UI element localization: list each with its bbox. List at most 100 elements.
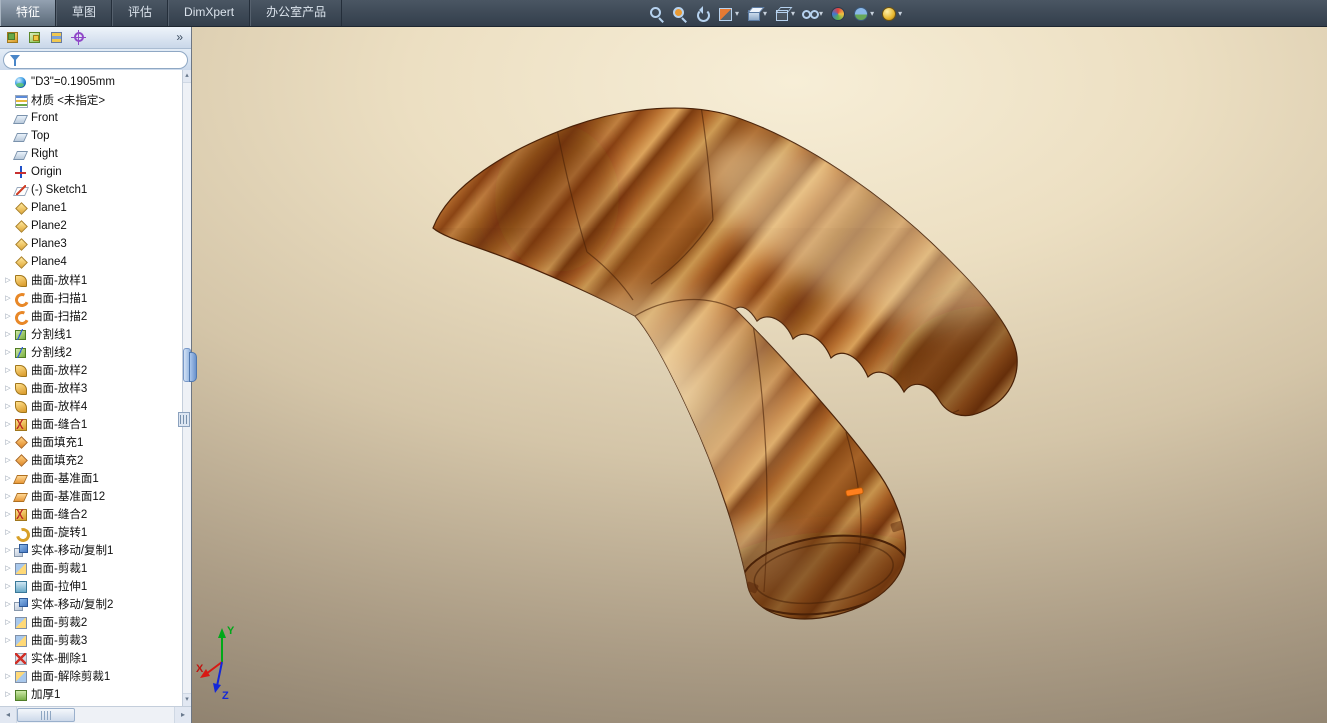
horizontal-scrollbar-thumb[interactable] [17, 708, 75, 722]
menu-tab-2[interactable]: 评估 [112, 0, 169, 26]
expand-arrow-icon[interactable]: ▷ [3, 582, 13, 590]
expand-arrow-icon[interactable]: ▷ [3, 438, 13, 446]
tree-item[interactable]: Front [0, 109, 182, 127]
menu-tab-0[interactable]: 特征 [0, 0, 57, 26]
display-style-button[interactable]: ▾ [773, 2, 795, 24]
expand-arrow-icon[interactable]: ▷ [3, 474, 13, 482]
tree-item[interactable]: ▷ 曲面填充2 [0, 451, 182, 469]
tree-item[interactable]: Right [0, 145, 182, 163]
tree-item[interactable]: ▷ 曲面-放样4 [0, 397, 182, 415]
tree-item[interactable]: ▷ 曲面-放样1 [0, 271, 182, 289]
expand-arrow-icon[interactable]: ▷ [3, 600, 13, 608]
viewport-3d[interactable]: Y X Z [191, 26, 1327, 723]
expand-arrow-icon[interactable]: ▷ [3, 528, 13, 536]
expand-arrow-icon[interactable]: ▷ [3, 456, 13, 464]
tree-item[interactable]: ▷ 曲面-扫描2 [0, 307, 182, 325]
tree-horizontal-scrollbar[interactable]: ◂ ▸ [0, 706, 191, 723]
pane-splitter-handle[interactable] [178, 412, 190, 427]
section-view-button[interactable]: ▾ [717, 2, 739, 24]
expand-arrow-icon[interactable]: ▷ [3, 690, 13, 698]
tree-item[interactable]: ▷ 曲面-解除剪裁1 [0, 667, 182, 685]
dropdown-arrow-icon[interactable]: ▾ [791, 9, 795, 18]
zoom-area-button[interactable] [671, 2, 688, 24]
tree-item-label: 曲面-放样4 [31, 401, 88, 413]
dropdown-arrow-icon[interactable]: ▾ [819, 9, 823, 18]
tree-item[interactable]: ▷ 加厚1 [0, 685, 182, 703]
tree-item[interactable]: (-) Sketch1 [0, 181, 182, 199]
tree-item[interactable]: ▷ 实体-移动/复制1 [0, 541, 182, 559]
feature-manager-design-tree-tab[interactable] [5, 30, 20, 45]
scroll-up-arrow-icon[interactable]: ▴ [183, 70, 191, 83]
tree-item[interactable]: "D3"=0.1905mm [0, 73, 182, 91]
expand-arrow-icon[interactable]: ▷ [3, 384, 13, 392]
expand-arrow-icon[interactable]: ▷ [3, 618, 13, 626]
tree-item[interactable]: Origin [0, 163, 182, 181]
expand-arrow-icon[interactable]: ▷ [3, 330, 13, 338]
apply-scene-button[interactable]: ▾ [852, 2, 874, 24]
property-manager-tab[interactable] [27, 30, 42, 45]
tree-item[interactable]: ▷ 曲面-扫描1 [0, 289, 182, 307]
tree-item[interactable]: ▷ 曲面-缝合1 [0, 415, 182, 433]
configuration-manager-tab[interactable] [49, 30, 64, 45]
expand-arrow-icon[interactable]: ▷ [3, 312, 13, 320]
tree-item[interactable]: ▷ 曲面-缝合2 [0, 505, 182, 523]
previous-view-button[interactable] [694, 2, 711, 24]
tree-item[interactable]: Plane1 [0, 199, 182, 217]
expand-arrow-icon[interactable]: ▷ [3, 402, 13, 410]
expand-arrow-icon[interactable]: ▷ [3, 546, 13, 554]
filter-input[interactable] [21, 53, 181, 67]
expand-arrow-icon[interactable]: ▷ [3, 366, 13, 374]
tree-item[interactable]: ▷ 曲面-拉伸1 [0, 577, 182, 595]
tree-item[interactable]: ▷ 分割线1 [0, 325, 182, 343]
expand-arrow-icon[interactable]: ▷ [3, 420, 13, 428]
expand-arrow-icon[interactable]: ▷ [3, 672, 13, 680]
expand-arrow-icon[interactable]: ▷ [3, 564, 13, 572]
tree-vertical-scrollbar[interactable]: ▴ ▾ [182, 70, 191, 706]
dropdown-arrow-icon[interactable]: ▾ [763, 9, 767, 18]
tree-item[interactable]: ▷ 曲面-剪裁1 [0, 559, 182, 577]
tree-item[interactable]: Plane4 [0, 253, 182, 271]
panel-collapse-handle[interactable] [189, 352, 197, 382]
panel-more-button[interactable]: » [173, 27, 186, 47]
tree-item[interactable]: ▷ 曲面-剪裁3 [0, 631, 182, 649]
menu-tab-1[interactable]: 草图 [56, 0, 113, 26]
tree-item[interactable]: 实体-删除1 [0, 649, 182, 667]
tree-item[interactable]: ▷ 曲面-剪裁2 [0, 613, 182, 631]
tree-item[interactable]: ▷ 曲面-基准面12 [0, 487, 182, 505]
expand-arrow-icon[interactable]: ▷ [3, 348, 13, 356]
expand-arrow-icon[interactable]: ▷ [3, 636, 13, 644]
scroll-left-arrow-icon[interactable]: ◂ [0, 707, 17, 723]
model-grip[interactable] [432, 103, 1081, 680]
tree-item[interactable]: ▷ 曲面-放样2 [0, 361, 182, 379]
expand-arrow-icon[interactable]: ▷ [3, 492, 13, 500]
tree-item[interactable]: ▷ 曲面-基准面1 [0, 469, 182, 487]
tree-item[interactable]: 材质 <未指定> [0, 91, 182, 109]
dropdown-arrow-icon[interactable]: ▾ [870, 9, 874, 18]
tree-item-label: 曲面-放样3 [31, 383, 88, 395]
filter-box[interactable] [3, 51, 188, 69]
tree-item[interactable]: ▷ 曲面-旋转1 [0, 523, 182, 541]
dropdown-arrow-icon[interactable]: ▾ [898, 9, 902, 18]
zoom-fit-button[interactable] [648, 2, 665, 24]
edit-appearance-button[interactable] [829, 2, 846, 24]
tree-item[interactable]: Plane3 [0, 235, 182, 253]
scroll-down-arrow-icon[interactable]: ▾ [183, 693, 191, 706]
tree-item[interactable]: ▷ 曲面-放样3 [0, 379, 182, 397]
expand-arrow-icon[interactable]: ▷ [3, 510, 13, 518]
menu-tab-4[interactable]: 办公室产品 [250, 0, 343, 26]
tree-item[interactable]: ▷ 实体-移动/复制2 [0, 595, 182, 613]
view-settings-button[interactable]: ▾ [880, 2, 902, 24]
tree-item[interactable]: Plane2 [0, 217, 182, 235]
expand-arrow-icon[interactable]: ▷ [3, 276, 13, 284]
tree-item[interactable]: Top [0, 127, 182, 145]
tree-item[interactable]: ▷ 分割线2 [0, 343, 182, 361]
menu-tab-3[interactable]: DimXpert [168, 0, 251, 26]
scroll-right-arrow-icon[interactable]: ▸ [174, 707, 191, 723]
expand-arrow-icon[interactable]: ▷ [3, 294, 13, 302]
view-orientation-button[interactable]: ▾ [745, 2, 767, 24]
tree-item[interactable]: ▷ 曲面填充1 [0, 433, 182, 451]
dimxpert-manager-tab[interactable] [71, 29, 86, 45]
model-canvas[interactable]: Y X Z [192, 26, 1327, 723]
hide-show-button[interactable]: ▾ [801, 2, 823, 24]
dropdown-arrow-icon[interactable]: ▾ [735, 9, 739, 18]
